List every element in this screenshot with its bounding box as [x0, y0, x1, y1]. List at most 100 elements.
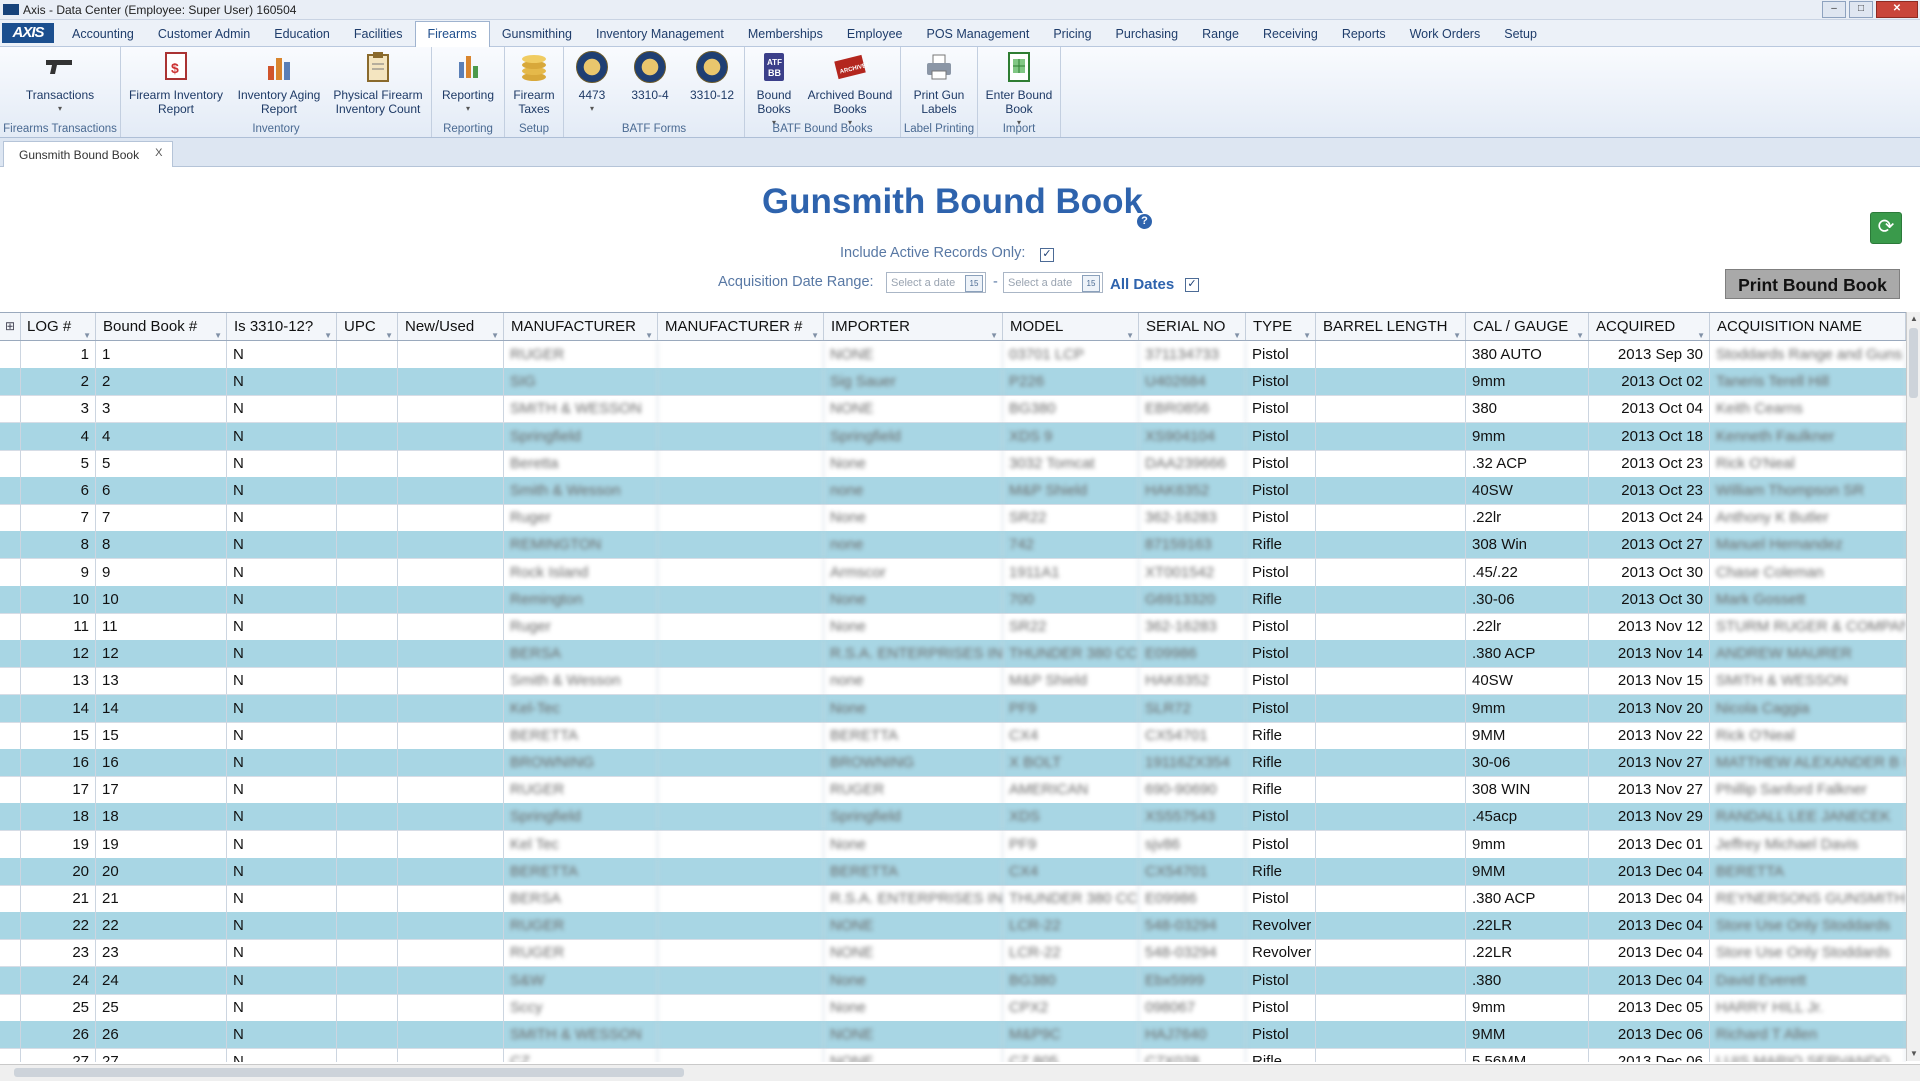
row-selector[interactable] [0, 422, 21, 450]
row-selector[interactable] [0, 640, 21, 668]
column-header-log-number[interactable]: LOG # ▼ [20, 313, 96, 340]
column-header-barrel-length[interactable]: BARREL LENGTH ▼ [1316, 313, 1466, 340]
column-header-serial-no[interactable]: SERIAL NO ▼ [1139, 313, 1246, 340]
column-header-upc[interactable]: UPC ▼ [337, 313, 398, 340]
tab-gunsmith-bound-book[interactable]: Gunsmith Bound Book X [3, 141, 174, 167]
filter-icon[interactable]: ▼ [1233, 322, 1241, 340]
table-row[interactable]: 5 5 N Beretta None 3032 Tomcat DAA239666 Pistol… [0, 449, 1906, 478]
table-row[interactable]: 6 6 N Smith & Wesson none M&P Shield HAK6352 Pi… [0, 477, 1906, 505]
table-row[interactable]: 20 20 N BERETTA BERETTA CX4 CX54701 Rifle 9MM 201… [0, 857, 1906, 886]
row-selector[interactable] [0, 694, 21, 722]
bound-books-button[interactable]: ATF BB Bound Books ▾ [748, 49, 800, 130]
row-selector[interactable] [0, 504, 21, 532]
row-selector[interactable] [0, 993, 21, 1021]
all-dates-checkbox[interactable]: ✓ [1185, 278, 1199, 292]
firearm-taxes-button[interactable]: Firearm Taxes [509, 49, 559, 116]
menu-item-pos-management[interactable]: POS Management [914, 22, 1041, 46]
menu-item-employee[interactable]: Employee [835, 22, 915, 46]
column-header-cal-gauge[interactable]: CAL / GAUGE ▼ [1466, 313, 1589, 340]
inventory-aging-report-button[interactable]: Inventory Aging Report [229, 49, 329, 116]
filter-icon[interactable]: ▼ [385, 322, 393, 340]
menu-item-work-orders[interactable]: Work Orders [1398, 22, 1493, 46]
scroll-down-icon[interactable]: ▼ [1907, 1047, 1920, 1061]
form-4473-button[interactable]: 4473 ▾ [566, 49, 618, 116]
table-row[interactable]: 17 17 N RUGER RUGER AMERICAN 690-90690 Rifle 308… [0, 776, 1906, 805]
table-row[interactable]: 3 3 N SMITH & WESSON NONE BG380 EBR0856 Pistol 3… [0, 395, 1906, 424]
calendar-icon[interactable]: 15 [965, 275, 983, 292]
row-selector[interactable] [0, 477, 21, 504]
print-bound-book-button[interactable]: Print Bound Book [1725, 269, 1900, 299]
scroll-up-icon[interactable]: ▲ [1907, 312, 1920, 326]
filter-icon[interactable]: ▼ [1126, 322, 1134, 340]
table-row[interactable]: 27 27 N CZ NONE CZ 805 C7X028 Rifle 5.56MM 2013 D… [0, 1048, 1906, 1062]
table-row[interactable]: 1 1 N RUGER NONE 03701 LCP 371134733 Pistol 380 … [0, 341, 1906, 369]
table-row[interactable]: 8 8 N REMINGTON none 742 87159163 Rifle 308 Win 2… [0, 531, 1906, 560]
row-selector[interactable] [0, 558, 21, 586]
help-icon[interactable]: ? [1137, 214, 1152, 229]
table-row[interactable]: 12 12 N BERSA R.S.A. ENTERPRISES INC THUNDER … [0, 640, 1906, 669]
column-header-acquisition-name[interactable]: ACQUISITION NAME [1710, 313, 1906, 340]
start-date-input[interactable]: Select a date 15 [886, 272, 986, 293]
transactions-button[interactable]: Transactions ▾ [20, 49, 100, 116]
row-selector[interactable] [0, 776, 21, 804]
row-selector[interactable] [0, 749, 21, 776]
table-row[interactable]: 26 26 N SMITH & WESSON NONE M&P9C HAJ7640 Pisto… [0, 1021, 1906, 1049]
row-selector[interactable] [0, 395, 21, 423]
menu-item-purchasing[interactable]: Purchasing [1104, 22, 1191, 46]
table-row[interactable]: 13 13 N Smith & Wesson none M&P Shield HAK6352… [0, 667, 1906, 696]
horizontal-scrollbar[interactable] [0, 1064, 1920, 1081]
table-row[interactable]: 22 22 N RUGER NONE LCR-22 548-03294 Revolver .22… [0, 912, 1906, 941]
reporting-button[interactable]: Reporting ▾ [438, 49, 498, 116]
column-header-type[interactable]: TYPE ▼ [1246, 313, 1316, 340]
form-3310-4-button[interactable]: 3310-4 [622, 49, 678, 102]
row-selector[interactable] [0, 966, 21, 994]
menu-item-range[interactable]: Range [1190, 22, 1251, 46]
archived-bound-books-button[interactable]: ARCHIVED Archived Bound Books ▾ [803, 49, 897, 130]
calendar-icon[interactable]: 15 [1082, 275, 1100, 292]
table-row[interactable]: 14 14 N Kel-Tec None PF9 SLR72 Pistol 9mm 2013 No… [0, 694, 1906, 723]
table-row[interactable]: 9 9 N Rock Island Armscor 1911A1 XT001542 Pisto… [0, 558, 1906, 587]
table-row[interactable]: 2 2 N SIG Sig Sauer P226 U402684 Pistol 9mm 2013 … [0, 368, 1906, 397]
table-row[interactable]: 10 10 N Remington None 700 G6913320 Rifle .30-06… [0, 585, 1906, 614]
horizontal-scroll-thumb[interactable] [14, 1068, 684, 1077]
row-selector[interactable] [0, 721, 21, 749]
row-selector[interactable] [0, 857, 21, 885]
menu-item-education[interactable]: Education [262, 22, 342, 46]
column-header-importer[interactable]: IMPORTER ▼ [824, 313, 1003, 340]
row-selector[interactable] [0, 1021, 21, 1048]
table-row[interactable]: 24 24 N S&W None BG380 Ebx5999 Pistol .380 2013 D… [0, 966, 1906, 995]
minimize-button[interactable]: – [1822, 1, 1846, 18]
filter-icon[interactable]: ▼ [645, 322, 653, 340]
close-tab-icon[interactable]: X [155, 142, 162, 167]
vertical-scroll-thumb[interactable] [1909, 328, 1918, 398]
menu-item-inventory-management[interactable]: Inventory Management [584, 22, 736, 46]
refresh-icon[interactable]: ⟳ [1870, 212, 1902, 244]
menu-item-pricing[interactable]: Pricing [1041, 22, 1103, 46]
row-selector[interactable] [0, 830, 21, 858]
column-header-acquired[interactable]: ACQUIRED ▼ [1589, 313, 1710, 340]
table-row[interactable]: 7 7 N Ruger None SR22 362-16283 Pistol .22lr 2013… [0, 504, 1906, 533]
menu-item-receiving[interactable]: Receiving [1251, 22, 1330, 46]
filter-icon[interactable]: ▼ [1303, 322, 1311, 340]
table-row[interactable]: 21 21 N BERSA R.S.A. ENTERPRISES INC THUNDER … [0, 885, 1906, 913]
vertical-scrollbar[interactable]: ▲ ▼ [1906, 312, 1920, 1061]
menu-item-customer-admin[interactable]: Customer Admin [146, 22, 262, 46]
filter-icon[interactable]: ▼ [990, 322, 998, 340]
firearm-inventory-report-button[interactable]: $ Firearm Inventory Report [126, 49, 226, 116]
column-header-bound-book-number[interactable]: Bound Book # ▼ [96, 313, 227, 340]
column-header-model[interactable]: MODEL ▼ [1003, 313, 1139, 340]
column-header-manufacturer[interactable]: MANUFACTURER ▼ [504, 313, 658, 340]
menu-item-setup[interactable]: Setup [1492, 22, 1549, 46]
column-header-new-used[interactable]: New/Used ▼ [398, 313, 504, 340]
row-selector[interactable] [0, 1048, 21, 1062]
menu-item-memberships[interactable]: Memberships [736, 22, 835, 46]
close-window-button[interactable]: ✕ [1876, 1, 1918, 18]
end-date-input[interactable]: Select a date 15 [1003, 272, 1103, 293]
menu-item-gunsmithing[interactable]: Gunsmithing [490, 22, 584, 46]
row-selector[interactable] [0, 341, 21, 368]
row-selector[interactable] [0, 803, 21, 831]
row-selector[interactable] [0, 613, 21, 640]
table-row[interactable]: 15 15 N BERETTA BERETTA CX4 CX54701 Rifle 9MM 201… [0, 721, 1906, 750]
column-chooser-icon[interactable]: ⊞ [0, 313, 21, 340]
menu-item-reports[interactable]: Reports [1330, 22, 1398, 46]
